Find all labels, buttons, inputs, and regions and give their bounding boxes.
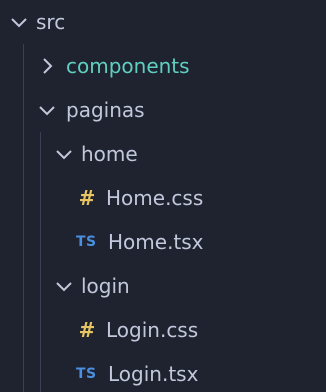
typescript-file-icon: TS [76, 366, 97, 382]
tree-item-label: Home.css [106, 186, 204, 210]
tree-item-label: Login.tsx [108, 362, 199, 386]
tree-item-label: login [81, 274, 130, 298]
tree-item-label: Login.css [106, 318, 199, 342]
chevron-down-icon [53, 275, 75, 297]
typescript-file-icon: TS [76, 234, 97, 250]
tree-item-label: src [36, 10, 66, 34]
tree-item-login-tsx[interactable]: TS Login.tsx [0, 352, 326, 392]
tree-item-src[interactable]: src [0, 0, 326, 44]
tree-item-components[interactable]: components [0, 44, 326, 88]
tree-item-label: components [66, 54, 190, 78]
chevron-down-icon [36, 99, 58, 121]
tree-item-label: home [81, 142, 138, 166]
tree-item-login[interactable]: login [0, 264, 326, 308]
tree-item-label: Home.tsx [108, 230, 204, 254]
css-file-icon: # [78, 186, 96, 210]
css-file-icon: # [78, 318, 96, 342]
chevron-down-icon [53, 143, 75, 165]
chevron-right-icon [36, 55, 58, 77]
tree-item-home[interactable]: home [0, 132, 326, 176]
tree-item-paginas[interactable]: paginas [0, 88, 326, 132]
tree-item-home-css[interactable]: # Home.css [0, 176, 326, 220]
chevron-down-icon [8, 11, 30, 33]
tree-item-label: paginas [66, 98, 145, 122]
file-explorer-tree: src components paginas home # Home.css T… [0, 0, 326, 392]
tree-item-home-tsx[interactable]: TS Home.tsx [0, 220, 326, 264]
tree-item-login-css[interactable]: # Login.css [0, 308, 326, 352]
